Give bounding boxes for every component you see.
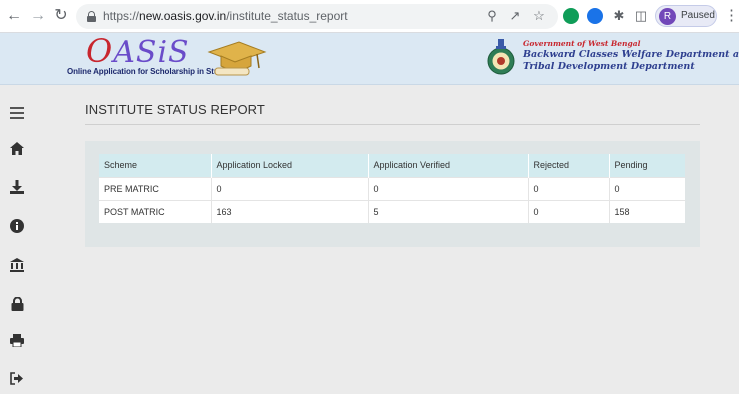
table-row: POST MATRIC 163 5 0 158	[99, 199, 685, 223]
info-icon[interactable]	[9, 219, 25, 235]
main-content: INSTITUTE STATUS REPORT Scheme Applicati…	[33, 86, 739, 394]
cell-application-locked: 0	[211, 176, 369, 200]
report-panel: Scheme Application Locked Application Ve…	[85, 141, 700, 247]
department-label-line1: Backward Classes Welfare Department and	[523, 49, 739, 60]
status-report-table: Scheme Application Locked Application Ve…	[99, 154, 685, 223]
cell-rejected: 0	[528, 176, 610, 200]
avatar: R	[659, 8, 676, 25]
back-arrow-icon[interactable]: ←	[4, 6, 24, 26]
url-path: /institute_status_report	[226, 9, 348, 23]
graduation-cap-icon	[207, 41, 267, 76]
cell-application-verified: 5	[368, 199, 529, 223]
cell-pending: 0	[609, 176, 685, 200]
cell-application-locked: 163	[211, 199, 369, 223]
menu-icon[interactable]	[9, 106, 25, 122]
browser-toolbar: ← → ↻ https://new.oasis.gov.in/institute…	[0, 0, 739, 33]
profile-button[interactable]: R Paused	[655, 5, 717, 27]
page-title: INSTITUTE STATUS REPORT	[85, 102, 265, 117]
url-text[interactable]: https://new.oasis.gov.in/institute_statu…	[103, 9, 348, 23]
lock-icon[interactable]	[87, 11, 96, 22]
bank-icon[interactable]	[9, 258, 25, 274]
site-header: OASiS Online Application for Scholarship…	[0, 33, 739, 85]
cell-application-verified: 0	[368, 176, 529, 200]
west-bengal-emblem-icon	[487, 39, 515, 75]
column-header-pending: Pending	[609, 154, 685, 177]
oasis-logo[interactable]: OASiS	[86, 35, 190, 70]
column-header-scheme: Scheme	[99, 154, 212, 177]
print-icon[interactable]	[9, 334, 25, 350]
bookmark-star-icon[interactable]: ☆	[530, 7, 548, 25]
column-header-application-locked: Application Locked	[211, 154, 369, 177]
url-host: new.oasis.gov.in	[139, 9, 227, 23]
title-divider	[85, 124, 700, 125]
url-scheme: https://	[103, 9, 140, 23]
lock-icon[interactable]	[9, 296, 25, 313]
logout-icon[interactable]	[9, 372, 25, 388]
department-label-line2: Tribal Development Department	[523, 61, 695, 72]
share-icon[interactable]: ↗	[506, 7, 524, 25]
cell-scheme: POST MATRIC	[99, 199, 212, 223]
table-row: PRE MATRIC 0 0 0 0	[99, 176, 685, 200]
sidebar	[0, 86, 33, 394]
kebab-menu-icon[interactable]: ⋮	[724, 6, 739, 26]
home-icon[interactable]	[9, 142, 25, 158]
extension-icon[interactable]	[563, 8, 579, 24]
government-label: Government of West Bengal	[523, 39, 641, 48]
profile-status: Paused	[681, 10, 715, 21]
table-header-row: Scheme Application Locked Application Ve…	[99, 154, 685, 177]
logo-first-letter: O	[86, 32, 114, 70]
column-header-rejected: Rejected	[528, 154, 610, 177]
extension-icon[interactable]	[587, 8, 603, 24]
logo-wordmark: ASiS	[113, 35, 190, 70]
forward-arrow-icon[interactable]: →	[28, 6, 48, 26]
cell-rejected: 0	[528, 199, 610, 223]
zoom-icon[interactable]: ⚲	[483, 7, 501, 25]
sidepanel-icon[interactable]: ◫	[632, 7, 650, 25]
puzzle-icon[interactable]: ✱	[610, 7, 628, 25]
download-icon[interactable]	[9, 180, 25, 196]
address-bar[interactable]: https://new.oasis.gov.in/institute_statu…	[76, 4, 558, 29]
reload-icon[interactable]: ↻	[51, 6, 71, 26]
cell-pending: 158	[609, 199, 685, 223]
column-header-application-verified: Application Verified	[368, 154, 529, 177]
cell-scheme: PRE MATRIC	[99, 176, 212, 200]
